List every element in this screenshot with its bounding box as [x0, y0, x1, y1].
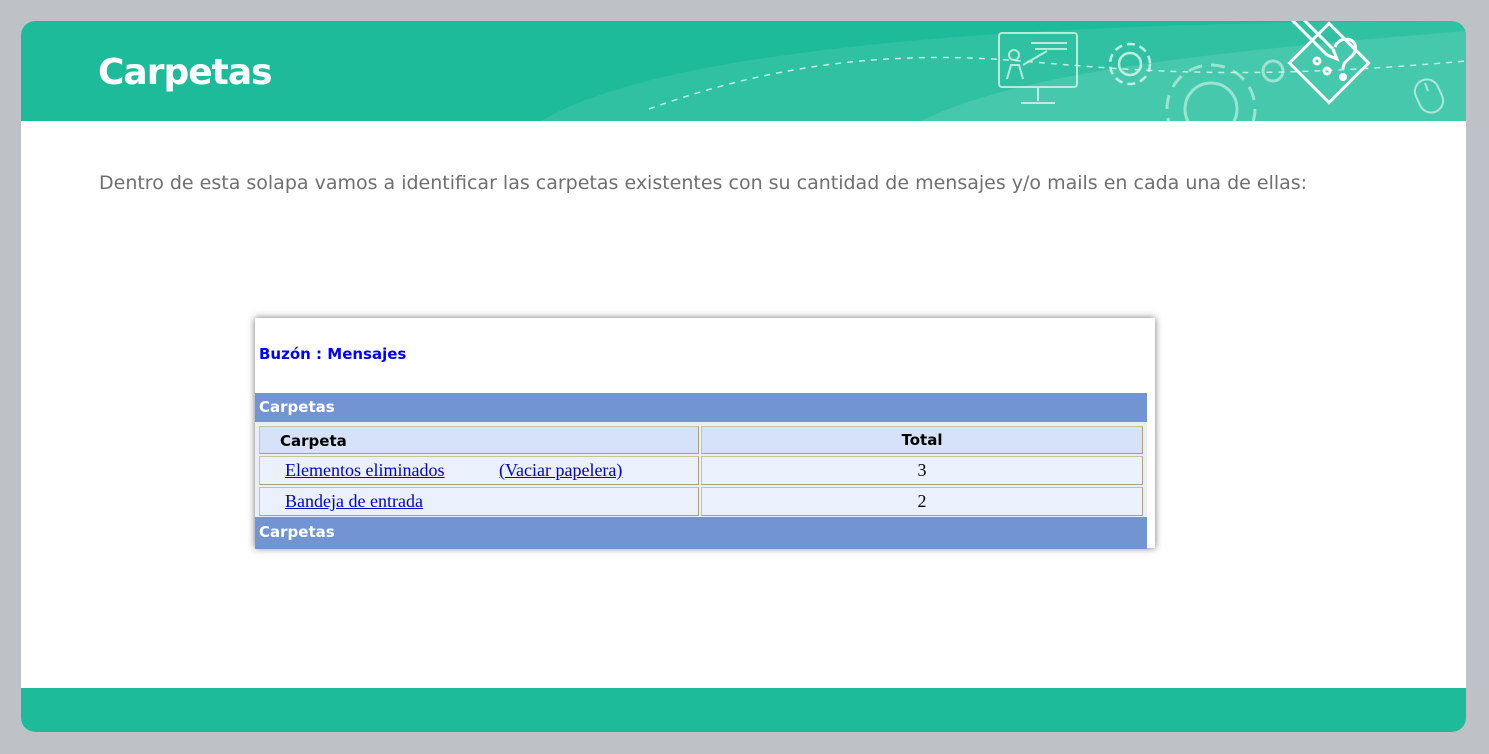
column-header-total-label: Total [901, 431, 943, 449]
page-title: Carpetas [98, 52, 273, 93]
column-header-folder-label: Carpeta [280, 432, 347, 450]
folders-section-header: Carpetas [255, 393, 1147, 422]
table-row: Elementos eliminados (Vaciar papelera) [259, 456, 699, 485]
table-cell-total: 2 [701, 487, 1143, 516]
slide-header: Carpetas [21, 21, 1466, 121]
mailbox-title: Buzón : Mensajes [259, 345, 407, 363]
total-count: 3 [917, 460, 927, 480]
folders-section-footer: Carpetas [255, 517, 1147, 549]
slide-footer [21, 688, 1466, 732]
folder-link-deleted-items[interactable]: Elementos eliminados [285, 460, 444, 481]
intro-paragraph: Dentro de esta solapa vamos a identifica… [99, 172, 1308, 194]
total-count: 2 [917, 491, 927, 511]
table-row: Bandeja de entrada [259, 487, 699, 516]
empty-trash-link[interactable]: (Vaciar papelera) [499, 460, 622, 481]
folder-link-inbox[interactable]: Bandeja de entrada [285, 491, 423, 512]
webmail-screenshot: Buzón : Mensajes Carpetas Carpeta Total … [255, 318, 1155, 549]
folders-table: Carpeta Total Elementos eliminados (Vaci… [255, 422, 1147, 517]
column-header-folder: Carpeta [259, 426, 699, 454]
table-cell-total: 3 [701, 456, 1143, 485]
column-header-total: Total [701, 426, 1143, 454]
slide-card: Carpetas Dentro de esta solapa vamos a i… [21, 21, 1466, 732]
